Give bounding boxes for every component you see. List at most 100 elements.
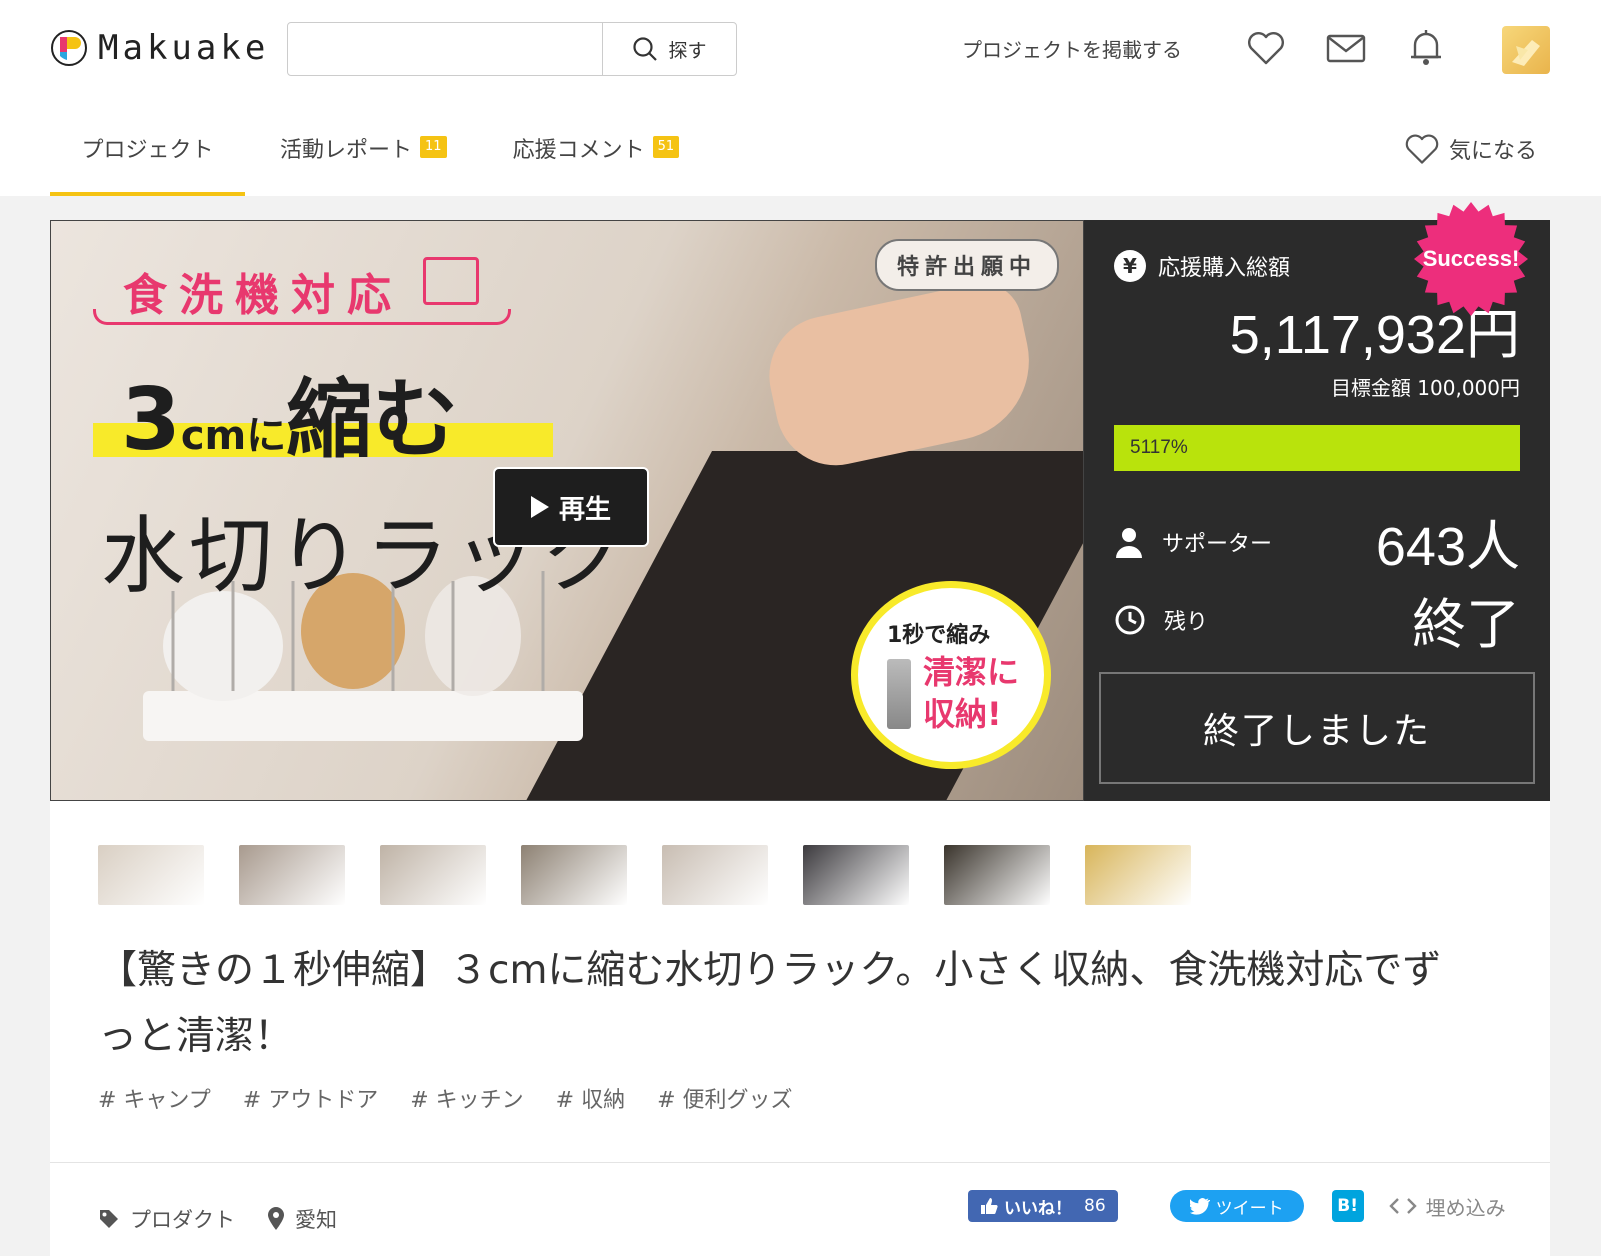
tag-icon bbox=[100, 1210, 118, 1228]
project-ended-button[interactable]: 終了しました bbox=[1099, 672, 1535, 784]
tab-activity-report[interactable]: 活動レポート 11 bbox=[280, 110, 447, 196]
location-pin-icon bbox=[268, 1207, 284, 1230]
yen-icon: ¥ bbox=[1114, 250, 1146, 282]
search-button-label: 探す bbox=[668, 39, 707, 62]
project-main: 食洗機対応 特許出願中 3cmに縮む 水切りラック 再生 1秒で縮み 清潔に 収納… bbox=[50, 220, 1550, 1256]
hatena-bookmark-button[interactable]: B! bbox=[1331, 1190, 1364, 1222]
remaining-label-text: 残り bbox=[1164, 609, 1209, 635]
play-video-button[interactable]: 再生 bbox=[493, 467, 649, 547]
tab-project-label: プロジェクト bbox=[81, 138, 214, 163]
avatar-image bbox=[1512, 40, 1540, 66]
supporters-label-text: サポーター bbox=[1162, 531, 1273, 557]
supporters-count: 643人 bbox=[1375, 517, 1520, 577]
project-tabs: プロジェクト 活動レポート 11 応援コメント 51 bbox=[50, 110, 680, 196]
headline-particle: に bbox=[246, 413, 287, 459]
logo-text: Makuake bbox=[98, 28, 270, 68]
thumbnail-2[interactable] bbox=[239, 845, 345, 905]
thumbnail-7[interactable] bbox=[944, 845, 1050, 905]
headline-number: 3 bbox=[121, 370, 181, 470]
progress-fill: 5117% bbox=[1114, 425, 1520, 471]
total-amount-label: ¥ 応援購入総額 bbox=[1114, 250, 1290, 282]
dishwasher-icon bbox=[423, 257, 479, 305]
favorite-label: 気になる bbox=[1449, 139, 1538, 164]
remaining-value: 終了 bbox=[1412, 595, 1520, 655]
patent-pending-badge: 特許出願中 bbox=[875, 239, 1060, 291]
thumbnail-4[interactable] bbox=[521, 845, 627, 905]
mail-icon[interactable] bbox=[1325, 27, 1367, 69]
funding-progress-bar: 5117% bbox=[1114, 425, 1520, 471]
thumbnail-5[interactable] bbox=[662, 845, 768, 905]
tag-link[interactable]: # キッチン bbox=[410, 1082, 523, 1114]
success-badge: Success! bbox=[1414, 202, 1528, 316]
user-avatar[interactable] bbox=[1502, 26, 1550, 74]
hero-media[interactable]: 食洗機対応 特許出願中 3cmに縮む 水切りラック 再生 1秒で縮み 清潔に 収納… bbox=[50, 220, 1084, 801]
bubble-line2-3: 清潔に収納! bbox=[923, 651, 1019, 735]
supporters-row: サポーター 643人 bbox=[1114, 502, 1520, 581]
hand-shape bbox=[758, 275, 1044, 477]
location-label: 愛知 bbox=[295, 1208, 337, 1232]
divider bbox=[50, 1162, 1550, 1163]
supporters-label: サポーター bbox=[1114, 526, 1272, 558]
search-button[interactable]: 探す bbox=[602, 23, 736, 75]
play-icon bbox=[530, 496, 549, 518]
post-project-link[interactable]: プロジェクトを掲載する bbox=[962, 34, 1182, 63]
title-bracket bbox=[93, 309, 511, 325]
tweet-label: ツイート bbox=[1215, 1198, 1284, 1219]
favorite-button[interactable]: 気になる bbox=[1403, 130, 1537, 168]
site-header: Makuake 探す プロジェクトを掲載する プロジェクト 活動レポート 11 … bbox=[0, 0, 1601, 196]
success-badge-text: Success! bbox=[1423, 246, 1520, 271]
search-icon bbox=[633, 37, 658, 61]
total-label-text: 応援購入総額 bbox=[1158, 256, 1291, 281]
remaining-row: 残り 終了 bbox=[1114, 580, 1520, 659]
bubble-line1: 1秒で縮み bbox=[887, 623, 991, 648]
tab-activity-report-label: 活動レポート bbox=[280, 138, 413, 163]
tag-list: # キャンプ # アウトドア # キッチン # 収納 # 便利グッズ bbox=[98, 1082, 793, 1114]
heart-icon bbox=[1405, 134, 1439, 164]
code-brackets-icon bbox=[1388, 1198, 1417, 1214]
embed-label: 埋め込み bbox=[1425, 1195, 1506, 1220]
location-link[interactable]: 愛知 bbox=[267, 1204, 337, 1234]
like-label: いいね！ bbox=[1004, 1198, 1072, 1219]
category-link[interactable]: プロダクト bbox=[98, 1204, 235, 1234]
tag-link[interactable]: # 収納 bbox=[556, 1082, 625, 1114]
makuake-logo[interactable]: Makuake bbox=[50, 28, 269, 68]
makuake-logo-icon bbox=[51, 30, 87, 66]
person-icon bbox=[1116, 527, 1142, 558]
thumbnail-6[interactable] bbox=[803, 845, 909, 905]
folded-rack-icon bbox=[887, 659, 911, 729]
thumbnail-strip bbox=[98, 845, 1191, 905]
project-meta: プロダクト 愛知 bbox=[98, 1204, 337, 1234]
share-bar: いいね！ 86 ツイート B! 埋め込み bbox=[968, 1190, 1506, 1222]
tab-support-comments[interactable]: 応援コメント 51 bbox=[513, 110, 680, 196]
tweet-button[interactable]: ツイート bbox=[1169, 1190, 1304, 1222]
tag-link[interactable]: # アウトドア bbox=[243, 1082, 378, 1114]
play-label: 再生 bbox=[558, 494, 611, 525]
like-count: 86 bbox=[1084, 1196, 1106, 1216]
twitter-bird-icon bbox=[1189, 1198, 1210, 1215]
target-amount: 目標金額 100,000円 bbox=[1330, 376, 1520, 400]
heart-icon[interactable] bbox=[1245, 27, 1287, 69]
bubble-line2: 清潔に bbox=[923, 653, 1020, 691]
tag-link[interactable]: # キャンプ bbox=[98, 1082, 211, 1114]
thumbnail-8[interactable] bbox=[1085, 845, 1191, 905]
headline-unit: cm bbox=[180, 413, 247, 459]
bubble-line3: 収納! bbox=[923, 695, 1002, 733]
headline-verb: 縮む bbox=[286, 370, 459, 470]
activity-report-count-badge: 11 bbox=[420, 136, 447, 158]
remaining-label: 残り bbox=[1114, 604, 1208, 636]
thumbnail-1[interactable] bbox=[98, 845, 204, 905]
tab-support-comments-label: 応援コメント bbox=[512, 138, 645, 163]
search-input[interactable] bbox=[288, 23, 602, 75]
category-label: プロダクト bbox=[130, 1208, 235, 1232]
search-bar: 探す bbox=[287, 22, 737, 76]
headline: 3cmに縮む bbox=[121, 349, 458, 474]
clock-icon bbox=[1115, 605, 1145, 634]
tag-link[interactable]: # 便利グッズ bbox=[657, 1082, 792, 1114]
tab-project[interactable]: プロジェクト bbox=[50, 110, 245, 196]
support-comments-count-badge: 51 bbox=[652, 136, 680, 158]
facebook-like-button[interactable]: いいね！ 86 bbox=[968, 1190, 1118, 1222]
embed-button[interactable]: 埋め込み bbox=[1388, 1192, 1506, 1221]
bell-icon[interactable] bbox=[1405, 27, 1447, 69]
thumbs-up-icon bbox=[981, 1198, 998, 1214]
thumbnail-3[interactable] bbox=[380, 845, 486, 905]
